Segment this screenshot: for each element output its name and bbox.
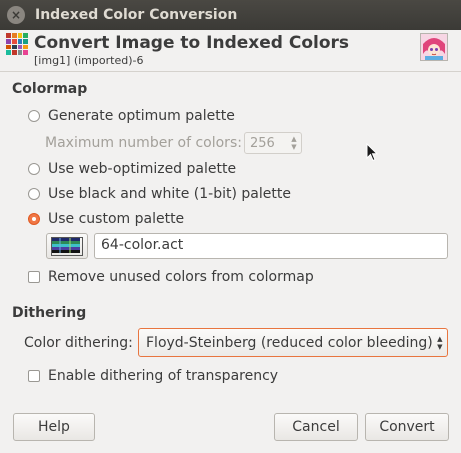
checkbox-label: Enable dithering of transparency bbox=[48, 368, 279, 384]
radio-indicator[interactable] bbox=[28, 110, 40, 122]
dialog-header: Convert Image to Indexed Colors [img1] (… bbox=[0, 30, 461, 70]
dither-transparency-checkbox[interactable]: Enable dithering of transparency bbox=[28, 368, 278, 384]
max-colors-value[interactable]: 256 bbox=[245, 136, 287, 151]
image-thumbnail bbox=[420, 33, 448, 61]
radio-label: Use black and white (1-bit) palette bbox=[48, 186, 291, 202]
radio-web-optimized[interactable]: Use web-optimized palette bbox=[28, 161, 236, 177]
image-name: [img1] (imported)-6 bbox=[34, 54, 144, 67]
remove-unused-checkbox[interactable]: Remove unused colors from colormap bbox=[28, 269, 314, 285]
combo-arrows-icon[interactable]: ▲ ▼ bbox=[433, 335, 447, 351]
radio-black-white[interactable]: Use black and white (1-bit) palette bbox=[28, 186, 291, 202]
custom-palette-name-field[interactable]: 64-color.act bbox=[94, 233, 448, 259]
radio-generate-optimum[interactable]: Generate optimum palette bbox=[28, 108, 235, 124]
radio-label: Use web-optimized palette bbox=[48, 161, 237, 177]
cancel-button[interactable]: Cancel bbox=[274, 413, 358, 441]
radio-indicator[interactable] bbox=[28, 163, 40, 175]
window-title: Indexed Color Conversion bbox=[35, 7, 238, 23]
colormap-section-label: Colormap bbox=[12, 81, 88, 97]
palette-chooser-button[interactable] bbox=[46, 233, 88, 259]
dithering-section-label: Dithering bbox=[12, 305, 87, 321]
checkbox-label: Remove unused colors from colormap bbox=[48, 269, 314, 285]
radio-label: Use custom palette bbox=[48, 211, 185, 227]
window-titlebar: × Indexed Color Conversion bbox=[0, 0, 461, 30]
checkbox-indicator[interactable] bbox=[28, 370, 40, 382]
checkbox-indicator[interactable] bbox=[28, 271, 40, 283]
max-colors-label: Maximum number of colors: bbox=[45, 135, 242, 151]
color-dithering-value[interactable]: Floyd-Steinberg (reduced color bleeding) bbox=[139, 335, 433, 351]
header-separator bbox=[0, 71, 461, 72]
max-colors-row: Maximum number of colors: bbox=[45, 135, 242, 151]
mouse-cursor-icon bbox=[366, 143, 378, 162]
color-dithering-row: Color dithering: bbox=[24, 335, 133, 351]
max-colors-spinner[interactable]: 256 ▲ ▼ bbox=[244, 132, 302, 154]
help-button[interactable]: Help bbox=[13, 413, 95, 441]
radio-indicator[interactable] bbox=[28, 188, 40, 200]
radio-custom-palette[interactable]: Use custom palette bbox=[28, 211, 184, 227]
color-dithering-label: Color dithering: bbox=[24, 335, 133, 351]
radio-label: Generate optimum palette bbox=[48, 108, 235, 124]
spinner-arrows-icon[interactable]: ▲ ▼ bbox=[287, 135, 301, 151]
convert-button[interactable]: Convert bbox=[365, 413, 449, 441]
close-window-button[interactable]: × bbox=[7, 6, 25, 24]
dialog-heading: Convert Image to Indexed Colors bbox=[34, 33, 350, 53]
radio-indicator-selected[interactable] bbox=[28, 213, 40, 225]
palette-preview-icon bbox=[51, 236, 83, 256]
color-dithering-select[interactable]: Floyd-Steinberg (reduced color bleeding)… bbox=[138, 328, 448, 357]
indexed-palette-icon bbox=[6, 33, 28, 55]
